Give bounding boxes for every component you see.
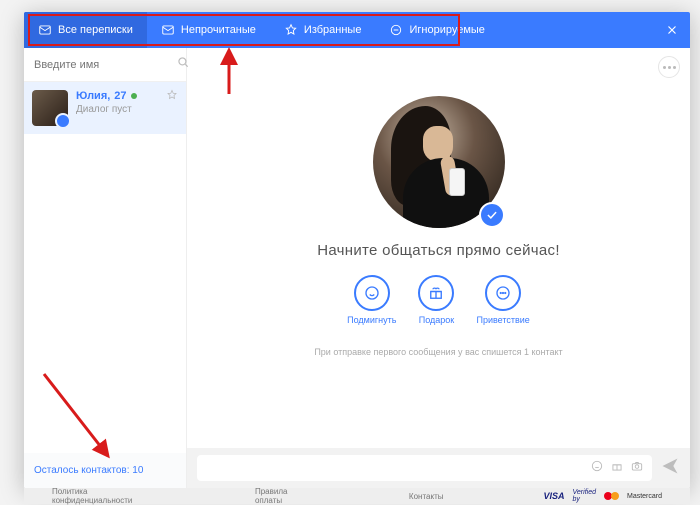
messages-modal: Все переписки Непрочитаные Избранные Игн…	[24, 12, 690, 488]
contact-sub: Диалог пуст	[76, 104, 178, 115]
close-button[interactable]	[654, 12, 690, 48]
remaining-contacts: Осталось контактов: 10	[24, 453, 186, 488]
mail-icon	[161, 23, 175, 37]
contact-item[interactable]: Юлия,27 Диалог пуст	[24, 82, 186, 134]
avatar	[32, 90, 68, 126]
tabs-bar: Все переписки Непрочитаные Избранные Игн…	[24, 12, 690, 48]
star-icon	[284, 23, 298, 37]
greet-button[interactable]: Приветствие	[476, 275, 529, 325]
gift-icon	[418, 275, 454, 311]
sidebar: Юлия,27 Диалог пуст Осталось контактов: …	[24, 48, 187, 488]
modal-body: Юлия,27 Диалог пуст Осталось контактов: …	[24, 48, 690, 488]
verified-badge-icon	[479, 202, 505, 228]
send-note: При отправке первого сообщения у вас спи…	[314, 347, 562, 357]
quick-actions: Подмигнуть Подарок Приветствие	[347, 275, 530, 325]
visa-logo-icon: VISA	[543, 491, 564, 501]
footer-contacts[interactable]: Контакты	[409, 492, 444, 501]
profile-area: Начните общаться прямо сейчас! Подмигнут…	[187, 48, 690, 448]
send-button[interactable]	[660, 456, 680, 481]
online-dot-icon	[131, 93, 137, 99]
search-bar	[24, 48, 186, 82]
mastercard-label: Mastercard	[627, 493, 662, 500]
start-chat-prompt: Начните общаться прямо сейчас!	[317, 242, 560, 259]
tab-label: Непрочитаные	[181, 24, 256, 36]
payment-logos: VISA Verified by Mastercard	[543, 489, 662, 503]
footer-privacy[interactable]: Политика конфиденциальности	[52, 487, 155, 505]
avatar-wrapper	[373, 96, 505, 228]
chat-icon	[485, 275, 521, 311]
tab-all[interactable]: Все переписки	[24, 12, 147, 48]
emoji-icon[interactable]	[590, 459, 604, 478]
tab-unread[interactable]: Непрочитаные	[147, 12, 270, 48]
message-input[interactable]	[205, 462, 584, 474]
contact-name: Юлия,27	[76, 90, 178, 102]
tab-ignored[interactable]: Игнорируемые	[375, 12, 498, 48]
tab-favorite[interactable]: Избранные	[270, 12, 376, 48]
more-button[interactable]	[658, 56, 680, 78]
camera-icon[interactable]	[630, 459, 644, 478]
tab-label: Избранные	[304, 24, 362, 36]
footer-payment[interactable]: Правила оплаты	[255, 487, 309, 505]
wink-button[interactable]: Подмигнуть	[347, 275, 396, 325]
verified-by-label: Verified by	[573, 489, 596, 503]
mail-icon	[38, 23, 52, 37]
favorite-toggle[interactable]	[166, 88, 178, 106]
chat-main: Начните общаться прямо сейчас! Подмигнут…	[187, 48, 690, 488]
smile-icon	[354, 275, 390, 311]
gift-button[interactable]: Подарок	[418, 275, 454, 325]
mastercard-logo-icon	[604, 492, 619, 500]
tab-label: Все переписки	[58, 24, 133, 36]
message-input-wrap	[197, 455, 652, 481]
search-input[interactable]	[34, 59, 176, 71]
gift-small-icon[interactable]	[610, 459, 624, 478]
footer: Политика конфиденциальности Правила опла…	[24, 488, 690, 504]
composer	[187, 448, 690, 488]
tab-label: Игнорируемые	[409, 24, 484, 36]
contact-info: Юлия,27 Диалог пуст	[76, 90, 178, 126]
block-icon	[389, 23, 403, 37]
